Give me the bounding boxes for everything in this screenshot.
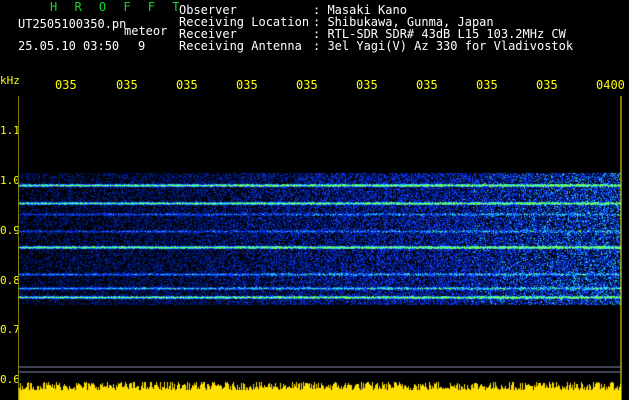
time-tick: 035 [416, 78, 438, 92]
time-tick: 035 [55, 78, 77, 92]
filename-label: UT2505100350.pn [18, 17, 127, 31]
freq-tick: 0.6 [0, 373, 20, 386]
plot-border [18, 96, 622, 400]
time-tick: 0400 [596, 78, 625, 92]
time-tick: 035 [476, 78, 498, 92]
time-tick: 035 [296, 78, 318, 92]
freq-unit-label: kHz [0, 74, 20, 87]
time-tick: 035 [236, 78, 258, 92]
datetime-label: 25.05.10 03:50 [18, 39, 120, 53]
spectrogram-plot [18, 96, 622, 400]
freq-tick: 1.0 [0, 174, 20, 187]
app-title: H R O F F T [50, 0, 185, 14]
antenna-value: : 3el Yagi(V) Az 330 for Vladivostok [313, 39, 574, 53]
freq-tick: 1.1 [0, 124, 20, 137]
time-tick: 035 [176, 78, 198, 92]
time-axis: 035 035 035 035 035 035 035 035 035 0400 [0, 79, 629, 93]
meteor-label: meteor [124, 24, 168, 38]
freq-tick: 0.7 [0, 323, 20, 336]
freq-tick: 0.9 [0, 224, 20, 237]
time-tick: 035 [116, 78, 138, 92]
freq-tick: 0.8 [0, 274, 20, 287]
time-tick: 035 [536, 78, 558, 92]
antenna-label: Receiving Antenna [179, 39, 302, 53]
time-tick: 035 [356, 78, 378, 92]
count-label: 9 [138, 39, 146, 53]
